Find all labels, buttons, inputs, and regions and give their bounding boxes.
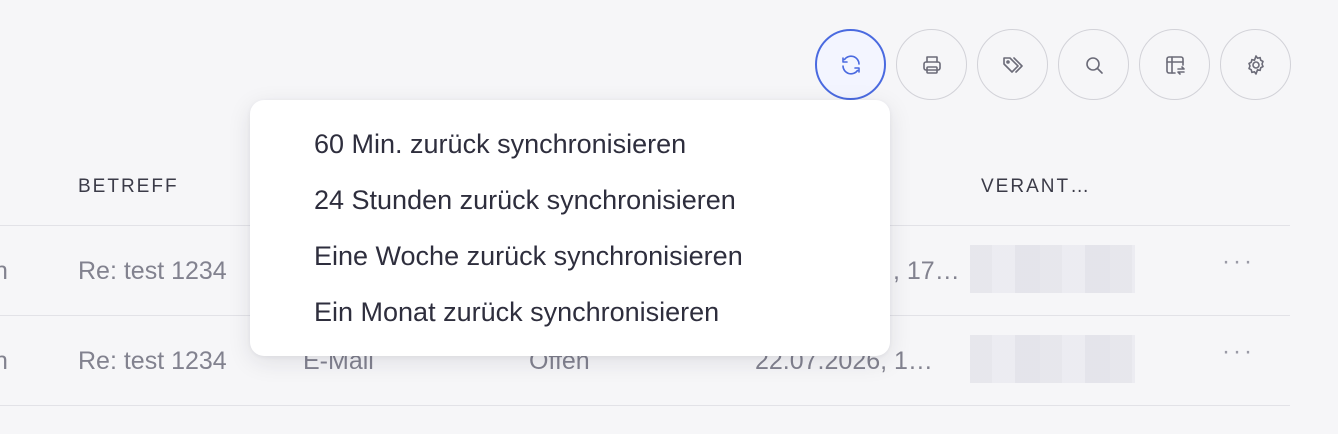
assignee-redacted [970,335,1135,383]
menu-item-sync-one-month[interactable]: Ein Monat zurück synchronisieren [250,294,890,350]
toolbar [815,29,1291,100]
row-more-button[interactable]: ··· [1222,248,1255,276]
menu-item-sync-one-week[interactable]: Eine Woche zurück synchronisieren [250,238,890,294]
cell-truncated: n [0,347,8,375]
sync-dropdown-menu: 60 Min. zurück synchronisieren 24 Stunde… [250,100,890,356]
assignee-redacted [970,245,1135,293]
cell-truncated: n [0,257,8,285]
sync-button[interactable] [815,29,886,100]
tags-button[interactable] [977,29,1048,100]
search-icon [1085,56,1103,74]
cell-subject: Re: test 1234 [78,257,227,285]
gear-icon [1247,54,1264,75]
column-header-assignee[interactable]: VERANT… [981,176,1091,198]
table-swap-icon [1165,55,1185,75]
printer-icon [922,55,941,74]
row-more-button[interactable]: ··· [1222,338,1255,366]
settings-button[interactable] [1220,29,1291,100]
cell-subject: Re: test 1234 [78,347,227,375]
search-button[interactable] [1058,29,1129,100]
tags-icon [1002,56,1023,73]
menu-item-sync-24-hours[interactable]: 24 Stunden zurück synchronisieren [250,182,890,238]
column-header-subject[interactable]: BETREFF [78,176,179,198]
refresh-icon [841,54,860,75]
print-button[interactable] [896,29,967,100]
menu-item-sync-60-min[interactable]: 60 Min. zurück synchronisieren [250,126,890,182]
columns-button[interactable] [1139,29,1210,100]
